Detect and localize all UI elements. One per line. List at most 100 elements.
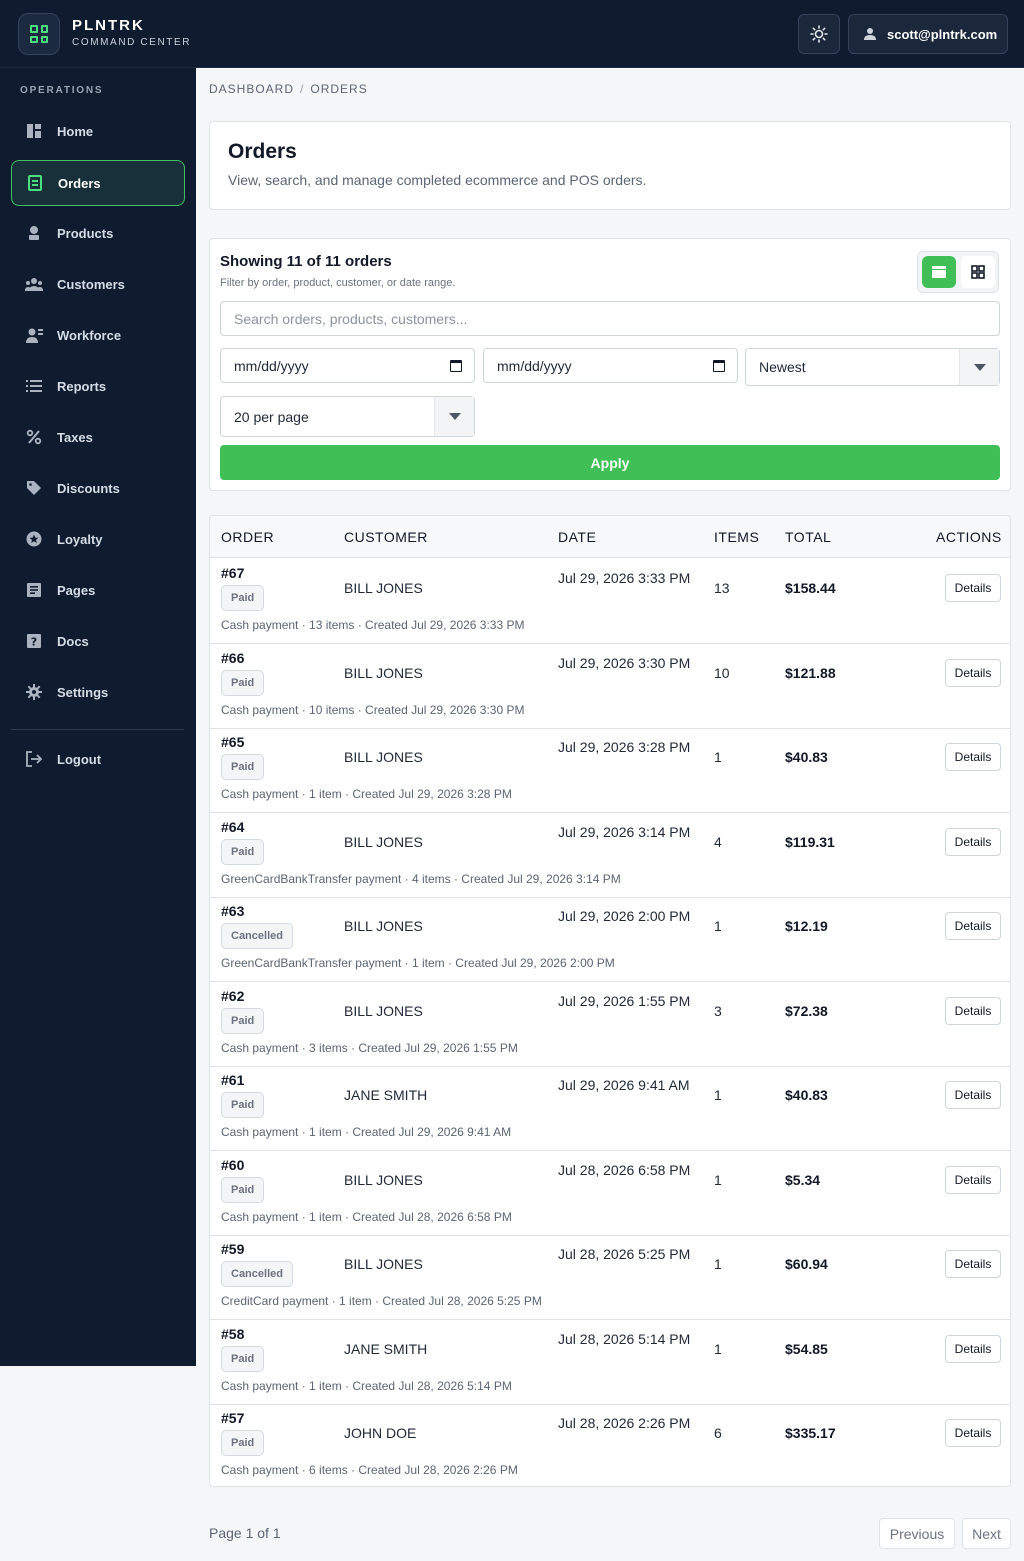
order-meta: Cash payment · 6 items · Created Jul 28,… bbox=[221, 1463, 518, 1477]
order-customer: BILL JONES bbox=[344, 833, 423, 850]
order-meta: Cash payment · 1 item · Created Jul 28, … bbox=[221, 1378, 512, 1393]
order-number[interactable]: #64 bbox=[221, 819, 244, 835]
grid-view-button[interactable] bbox=[961, 256, 995, 288]
order-items: 4 bbox=[714, 833, 722, 850]
table-row: #59 Cancelled BILL JONES Jul 28, 2026 5:25 … bbox=[210, 1235, 1010, 1320]
sidebar-item-label: Discounts bbox=[57, 480, 120, 496]
order-number[interactable]: #59 bbox=[221, 1241, 244, 1257]
table-row: #58 Paid JANE SMITH Jul 28, 2026 5:14 PM 1 $5… bbox=[210, 1320, 1010, 1405]
details-button[interactable]: Details bbox=[945, 827, 1001, 856]
sidebar-item-pages[interactable]: Pages bbox=[11, 567, 185, 613]
details-button[interactable]: Details bbox=[945, 1081, 1001, 1109]
brand-subtitle: COMMAND CENTER bbox=[72, 37, 192, 48]
order-number[interactable]: #58 bbox=[221, 1326, 244, 1342]
date-from-field[interactable]: mm/dd/yyyy bbox=[220, 348, 475, 383]
sidebar-item-discounts[interactable]: Discounts bbox=[11, 465, 185, 511]
order-number[interactable]: #63 bbox=[221, 903, 244, 919]
details-button[interactable]: Details bbox=[945, 1419, 1001, 1447]
sidebar-item-customers[interactable]: Customers bbox=[11, 261, 185, 307]
order-number[interactable]: #66 bbox=[221, 650, 244, 666]
order-meta: Cash payment · 1 item · Created Jul 28, … bbox=[221, 1209, 512, 1224]
logout-button[interactable]: Logout bbox=[11, 736, 185, 782]
order-items: 3 bbox=[714, 1002, 722, 1019]
logout-icon bbox=[25, 750, 43, 768]
order-total: $72.38 bbox=[785, 1002, 828, 1019]
sidebar-item-reports[interactable]: Reports bbox=[11, 363, 185, 409]
sidebar-item-orders[interactable]: Orders bbox=[11, 160, 185, 206]
order-date: Jul 29, 2026 3:33 PM bbox=[558, 570, 691, 586]
help-icon: ? bbox=[25, 632, 43, 650]
order-total: $60.94 bbox=[785, 1256, 828, 1272]
sidebar-item-label: Settings bbox=[57, 684, 109, 700]
calendar-icon[interactable] bbox=[450, 360, 462, 372]
order-total: $121.88 bbox=[785, 664, 836, 681]
next-page-button[interactable]: Next bbox=[962, 1518, 1011, 1549]
sidebar-item-label: Workforce bbox=[57, 327, 122, 343]
details-button[interactable]: Details bbox=[945, 743, 1001, 771]
user-menu-button[interactable]: scott@plntrk.com bbox=[848, 14, 1008, 54]
people-icon bbox=[25, 275, 43, 293]
search-input[interactable]: Search orders, products, customers... bbox=[220, 301, 1000, 336]
sidebar-item-label: Loyalty bbox=[57, 531, 103, 547]
sidebar-item-loyalty[interactable]: Loyalty bbox=[11, 516, 185, 562]
calendar-icon[interactable] bbox=[713, 360, 725, 372]
previous-page-button[interactable]: Previous bbox=[879, 1518, 955, 1549]
brand-logo[interactable] bbox=[18, 13, 60, 55]
order-date: Jul 29, 2026 3:14 PM bbox=[558, 823, 691, 840]
details-button[interactable]: Details bbox=[945, 996, 1001, 1025]
status-badge: Paid bbox=[221, 838, 265, 865]
order-number[interactable]: #65 bbox=[221, 734, 244, 750]
table-row: #60 Paid BILL JONES Jul 28, 2026 6:58 PM 1 $5… bbox=[210, 1151, 1010, 1236]
order-meta: Cash payment · 3 items · Created Jul 29,… bbox=[221, 1040, 518, 1055]
sidebar: OPERATIONS Home Orders Products Customer… bbox=[0, 68, 196, 1366]
breadcrumb-dashboard[interactable]: DASHBOARD bbox=[209, 82, 294, 96]
table-row: #67 Paid BILL JONES Jul 29, 2026 3:33 PM 13 $… bbox=[210, 559, 1010, 644]
apply-button[interactable]: Apply bbox=[220, 445, 1000, 480]
per-page-select[interactable]: 20 per page bbox=[220, 396, 475, 437]
sidebar-item-taxes[interactable]: Taxes bbox=[11, 414, 185, 460]
order-number[interactable]: #60 bbox=[221, 1157, 244, 1173]
order-date: Jul 29, 2026 2:00 PM bbox=[558, 908, 691, 924]
orders-table: ORDER CUSTOMER DATE ITEMS TOTAL ACTIONS … bbox=[209, 515, 1011, 1487]
sort-select[interactable]: Newest bbox=[745, 348, 1000, 386]
details-button[interactable]: Details bbox=[945, 574, 1001, 602]
page-icon bbox=[25, 581, 43, 599]
tag-icon bbox=[25, 479, 43, 497]
sidebar-item-home[interactable]: Home bbox=[11, 108, 185, 154]
details-button[interactable]: Details bbox=[945, 1334, 1001, 1363]
details-button[interactable]: Details bbox=[945, 658, 1001, 687]
filter-card: Showing 11 of 11 orders Filter by order,… bbox=[209, 238, 1011, 491]
sidebar-item-label: Orders bbox=[58, 175, 101, 191]
brand-name: PLNTRK bbox=[72, 17, 145, 34]
order-number[interactable]: #57 bbox=[221, 1410, 244, 1426]
order-customer: BILL JONES bbox=[344, 664, 423, 681]
order-number[interactable]: #61 bbox=[221, 1072, 244, 1088]
order-meta: GreenCardBankTransfer payment · 4 items … bbox=[221, 871, 621, 886]
list-view-button[interactable] bbox=[922, 256, 956, 288]
sidebar-item-workforce[interactable]: Workforce bbox=[11, 312, 185, 358]
details-button[interactable]: Details bbox=[945, 912, 1001, 940]
grid-icon bbox=[30, 25, 48, 43]
per-page-value: 20 per page bbox=[234, 408, 309, 425]
sidebar-item-docs[interactable]: ? Docs bbox=[11, 618, 185, 664]
sidebar-item-settings[interactable]: Settings bbox=[11, 669, 185, 715]
order-items: 6 bbox=[714, 1425, 722, 1441]
details-button[interactable]: Details bbox=[945, 1165, 1001, 1194]
chevron-down-icon bbox=[434, 397, 474, 436]
order-date: Jul 28, 2026 6:58 PM bbox=[558, 1161, 691, 1178]
details-button[interactable]: Details bbox=[945, 1250, 1001, 1278]
sidebar-item-products[interactable]: Products bbox=[11, 210, 185, 256]
order-number[interactable]: #62 bbox=[221, 988, 244, 1004]
column-header-customer: CUSTOMER bbox=[344, 529, 428, 545]
list-icon bbox=[25, 377, 43, 395]
order-items: 1 bbox=[714, 918, 722, 934]
table-row: #62 Paid BILL JONES Jul 29, 2026 1:55 PM 3 $7… bbox=[210, 982, 1010, 1067]
order-number[interactable]: #67 bbox=[221, 565, 244, 581]
order-customer: BILL JONES bbox=[344, 749, 423, 765]
view-toggle bbox=[917, 251, 999, 293]
date-to-field[interactable]: mm/dd/yyyy bbox=[483, 348, 738, 383]
breadcrumb-current: ORDERS bbox=[310, 82, 368, 96]
table-row: #57 Paid JOHN DOE Jul 28, 2026 2:26 PM 6 $335… bbox=[210, 1404, 1010, 1486]
star-icon bbox=[25, 530, 43, 548]
theme-toggle-button[interactable] bbox=[798, 14, 840, 54]
